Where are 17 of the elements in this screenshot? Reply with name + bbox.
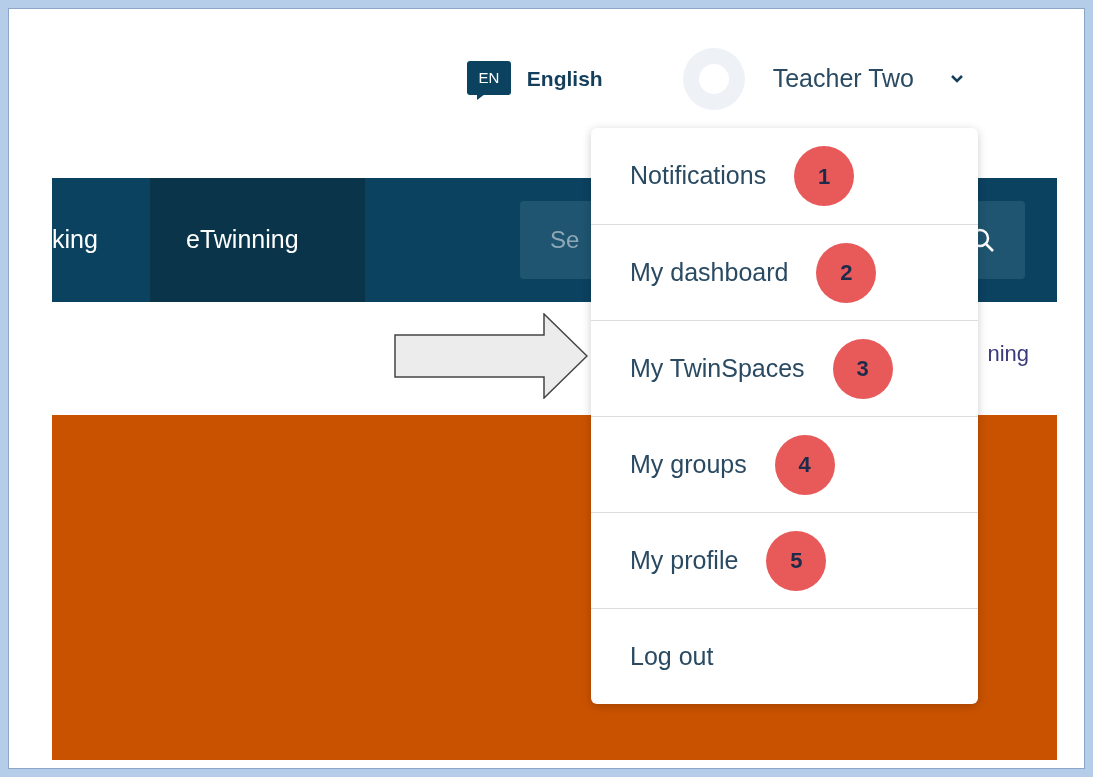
menu-item[interactable]: My dashboard 2	[591, 224, 978, 320]
menu-item[interactable]: My groups 4	[591, 416, 978, 512]
menu-item[interactable]: Log out	[591, 608, 978, 704]
user-name[interactable]: Teacher Two	[772, 59, 914, 98]
number-badge: 4	[774, 434, 835, 495]
breadcrumb-link[interactable]: ning	[987, 337, 1029, 380]
nav-tab[interactable]: king	[52, 178, 150, 302]
nav-tab[interactable]: eTwinning	[150, 178, 365, 302]
menu-item[interactable]: My profile 5	[591, 512, 978, 608]
language-label[interactable]: English	[526, 62, 603, 95]
chevron-down-icon[interactable]	[950, 74, 964, 83]
number-badge: 2	[816, 242, 877, 303]
number-badge: 3	[832, 338, 893, 399]
number-badge: 1	[794, 146, 855, 206]
number-badge: 5	[766, 530, 827, 591]
menu-item[interactable]: Notifications 1	[591, 128, 978, 224]
menu-item[interactable]: My TwinSpaces 3	[591, 320, 978, 416]
